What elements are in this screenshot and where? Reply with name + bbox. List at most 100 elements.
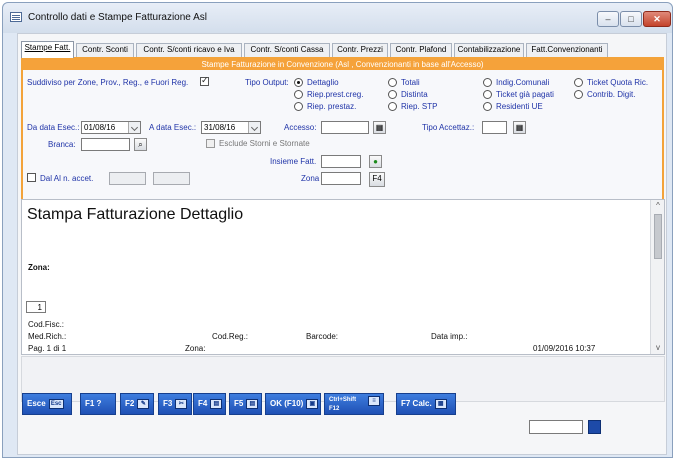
radio-ticket-quota-ric[interactable] [574,78,583,87]
esce-button[interactable]: Esce Esc [22,393,72,415]
suddiviso-label: Suddiviso per Zone, Prov., Reg., e Fuori… [27,78,189,87]
a-data-label: A data Esec.: [149,123,197,132]
scroll-up-icon[interactable]: ^ [651,200,664,212]
accesso-field[interactable] [321,121,369,134]
radio-residenti-ue[interactable] [483,102,492,111]
insieme-fatt-field[interactable] [321,155,361,168]
ok-f10-button[interactable]: OK (F10) ▣ [265,393,321,415]
f1-help-button[interactable]: F1 ? [80,393,116,415]
chevron-down-icon[interactable] [248,122,260,133]
radio-dettaglio[interactable] [294,78,303,87]
minimize-icon: – [605,14,611,24]
tab-contr-prezzi[interactable]: Contr. Prezzi [332,43,388,57]
page-number-input[interactable]: 1 [26,301,46,313]
f5-button[interactable]: F5 ▤ [229,393,262,415]
tipo-accettaz-label: Tipo Accettaz.: [422,123,475,132]
dal-field[interactable] [109,172,146,185]
accesso-label: Accesso: [284,123,317,132]
tab-stampe-fatt[interactable]: Stampe Fatt. [21,41,74,58]
report-scrollbar[interactable]: ^ v [650,200,664,354]
da-data-input[interactable]: 01/08/16 [81,121,141,134]
radio-riep-stp[interactable] [388,102,397,111]
a-data-input[interactable]: 31/08/16 [201,121,261,134]
branca-lookup-button[interactable]: ⌕ [134,138,147,151]
save-icon: ▣ [306,398,319,409]
report-zona-label: Zona: [28,263,50,272]
tab-fatt-convenzionanti[interactable]: Fatt.Convenzionanti [526,43,608,57]
tab-contabilizzazione[interactable]: Contabilizzazione [454,43,524,57]
a-data-value: 31/08/16 [204,123,236,132]
scissors-icon: ✂ [175,398,188,409]
client-area: Stampe Fatt. Contr. Sconti Contr. S/cont… [17,33,667,455]
tab-contr-sconti-ricavo-iva[interactable]: Contr. S/conti ricavo e Iva [136,43,242,57]
suddiviso-checkbox[interactable] [200,75,209,86]
f3-cut-button[interactable]: F3 ✂ [158,393,192,415]
pencil-icon: ✎ [137,398,150,409]
escludi-storni-label: Esclude Storni e Stornate [219,139,310,148]
bottom-right-button[interactable] [588,420,601,434]
maximize-button[interactable]: □ [620,11,642,27]
tipo-accettaz-lookup-button[interactable]: ▦ [513,121,526,134]
tab-contr-plafond[interactable]: Contr. Plafond [390,43,452,57]
scroll-down-icon[interactable]: v [651,342,664,354]
radio-ticket-gia-pagati-label: Ticket già pagati [496,90,554,99]
radio-riep-stp-label: Riep. STP [401,102,438,111]
close-icon: ✕ [653,14,661,24]
ctrl-shift-f12-button[interactable]: Ctrl+Shift F12≡ [324,393,384,415]
radio-indig-comunali-label: Indig.Comunali [496,78,550,87]
radio-riep-prest-creg-label: Riep.prest.creg. [307,90,364,99]
window-title: Controllo dati e Stampe Fatturazione Asl [28,12,207,23]
print-icon: ≡ [368,396,380,406]
report-title: Stampa Fatturazione Dettaglio [27,206,244,223]
radio-distinta[interactable] [388,90,397,99]
medrich-label: Med.Rich.: [28,332,67,341]
close-button[interactable]: ✕ [643,11,671,27]
page-indicator: Pag. 1 di 1 [28,344,67,353]
insieme-fatt-button[interactable]: ● [369,155,382,168]
radio-contrib-digit-label: Contrib. Digit. [587,90,636,99]
chevron-down-icon[interactable] [128,122,140,133]
report-preview[interactable]: Stampa Fatturazione Dettaglio Zona: 1 Co… [21,199,665,355]
radio-riep-prest-creg[interactable] [294,90,303,99]
panel-banner: Stampe Fatturazione in Convenzione (Asl … [23,59,662,70]
radio-contrib-digit[interactable] [574,90,583,99]
dataimp-label: Data imp.: [431,332,468,341]
insieme-fatt-label: Insieme Fatt. [270,157,317,166]
f7-calc-button[interactable]: F7 Calc. ▦ [396,393,456,415]
calculator-icon: ▦ [434,398,447,409]
title-bar[interactable]: Controllo dati e Stampe Fatturazione Asl… [3,3,672,33]
accesso-lookup-button[interactable]: ▦ [373,121,386,134]
f4-button[interactable]: F4 ▤ [193,393,226,415]
tab-contr-sconti-cassa[interactable]: Contr. S/conti Cassa [244,43,330,57]
dal-al-checkbox[interactable] [27,173,36,182]
search-icon: ⌕ [138,140,143,149]
al-field[interactable] [153,172,190,185]
radio-riep-prestaz[interactable] [294,102,303,111]
radio-indig-comunali[interactable] [483,78,492,87]
tab-contr-sconti[interactable]: Contr. Sconti [76,43,134,57]
grid-icon: ▦ [515,123,524,132]
radio-ticket-quota-ric-label: Ticket Quota Ric. [587,78,649,87]
radio-ticket-gia-pagati[interactable] [483,90,492,99]
minimize-button[interactable]: – [597,11,619,27]
green-c-icon: ● [373,157,378,166]
bottom-right-field[interactable] [529,420,583,434]
escludi-storni-checkbox[interactable] [206,139,215,148]
tab-strip: Stampe Fatt. Contr. Sconti Contr. S/cont… [21,41,666,58]
scroll-thumb[interactable] [654,214,662,259]
branca-field[interactable] [81,138,130,151]
codreg-label: Cod.Reg.: [212,332,249,341]
footer-zona-label: Zona: [185,344,206,353]
da-data-value: 01/08/16 [84,123,116,132]
barcode-label: Barcode: [306,332,339,341]
zona-f4-button[interactable]: F4 [369,172,385,187]
radio-totali[interactable] [388,78,397,87]
f2-edit-button[interactable]: F2 ✎ [120,393,154,415]
report-timestamp: 01/09/2016 10:37 [533,344,596,353]
radio-riep-prestaz-label: Riep. prestaz. [307,102,357,111]
zona-field[interactable] [321,172,361,185]
branca-label: Branca: [48,140,76,149]
radio-residenti-ue-label: Residenti UE [496,102,543,111]
esc-icon: Esc [48,398,64,409]
tipo-accettaz-field[interactable] [482,121,507,134]
